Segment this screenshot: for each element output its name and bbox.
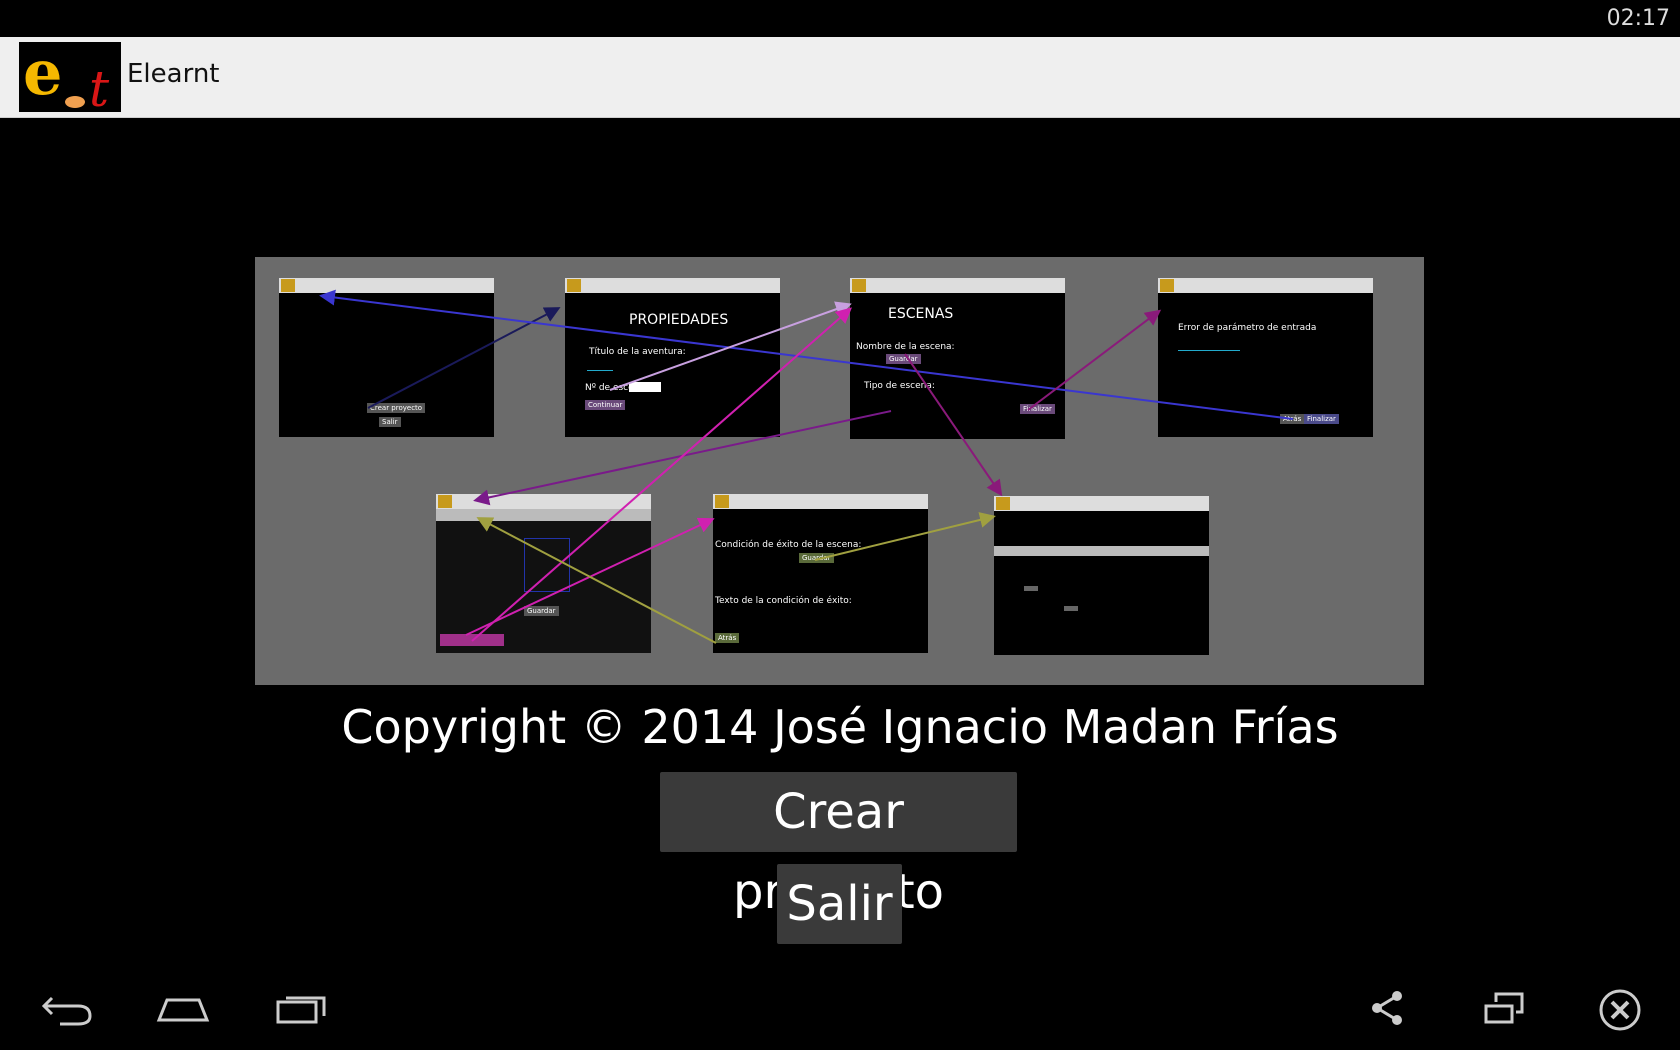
app-flow-diagram: Crear proyecto Salir PROPIEDADES Título … xyxy=(255,257,1424,685)
svg-text:t: t xyxy=(89,60,110,112)
exit-button[interactable]: Salir xyxy=(777,864,902,944)
close-icon[interactable] xyxy=(1598,988,1642,1036)
app-logo[interactable]: e t xyxy=(19,36,121,118)
navigation-bar xyxy=(0,970,1680,1050)
diagram-links xyxy=(319,289,1294,644)
recent-apps-icon[interactable] xyxy=(274,988,328,1032)
home-icon[interactable] xyxy=(155,988,211,1032)
app-title: Elearnt xyxy=(127,59,220,89)
clock: 02:17 xyxy=(1606,6,1670,31)
window-icon[interactable] xyxy=(1482,988,1526,1032)
back-icon[interactable] xyxy=(40,988,94,1032)
status-bar: 02:17 xyxy=(0,0,1680,36)
share-icon[interactable] xyxy=(1367,988,1407,1032)
create-project-button[interactable]: Crear proyecto xyxy=(660,772,1017,920)
action-bar: e t Elearnt xyxy=(0,36,1680,118)
copyright-text: Copyright © 2014 José Ignacio Madan Fría… xyxy=(341,700,1339,754)
logo-letter-e: e xyxy=(23,42,62,109)
